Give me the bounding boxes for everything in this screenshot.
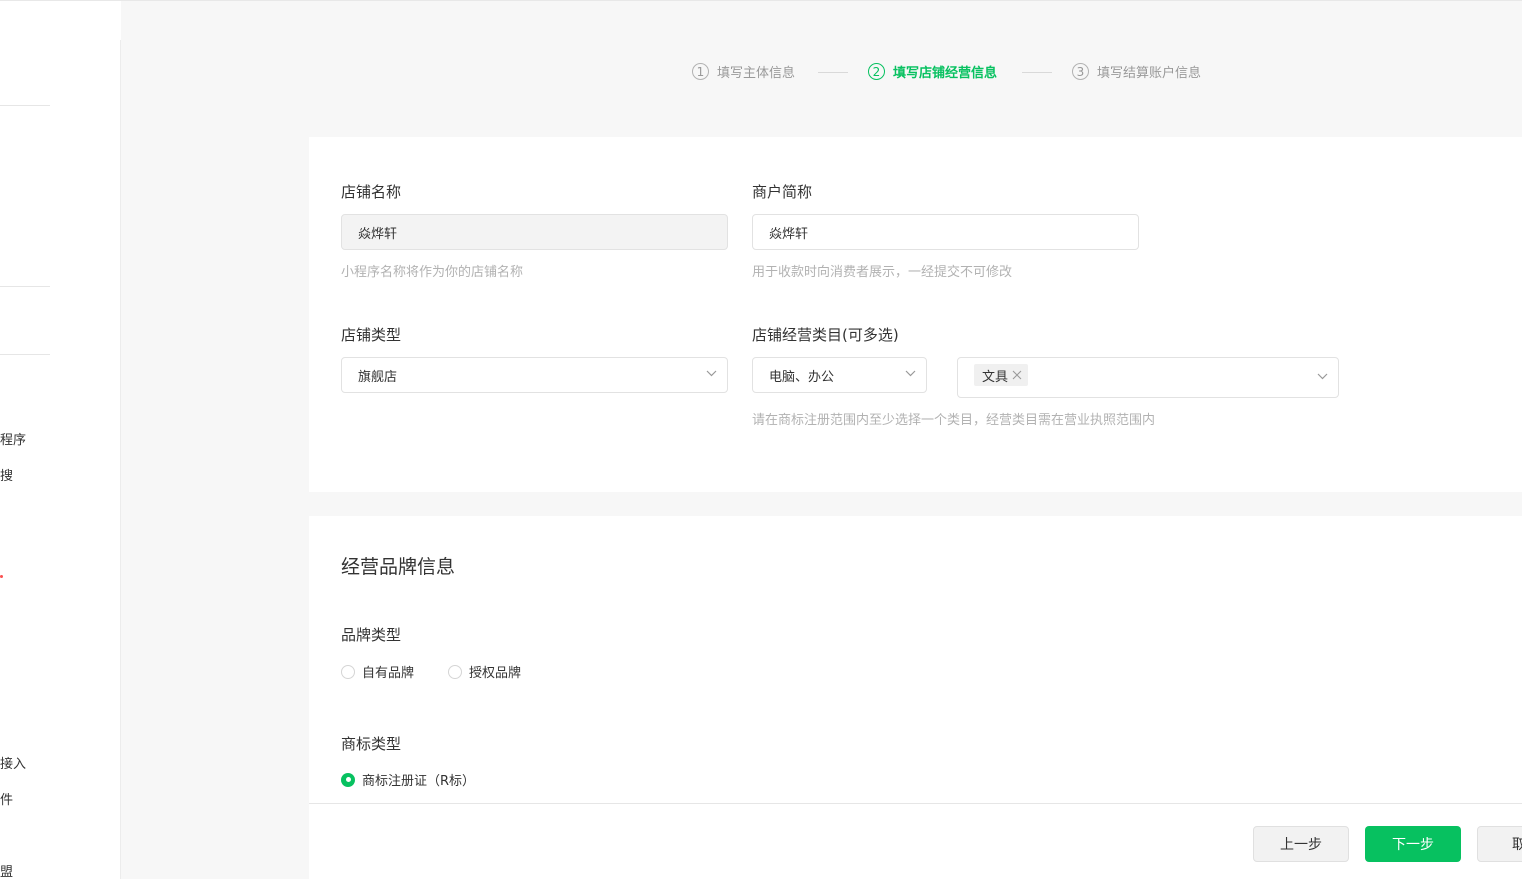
merchant-short-name-value: 焱烨轩 (769, 226, 809, 242)
merchant-short-name-hint: 用于收款时向消费者展示，一经提交不可修改 (752, 265, 1013, 280)
category-secondary-select[interactable]: 文具 (957, 357, 1339, 398)
brand-type-label: 品牌类型 (341, 626, 402, 644)
step-connector (1022, 72, 1052, 73)
brand-section-title: 经营品牌信息 (341, 556, 456, 578)
step-2: 2 填写店铺经营信息 (868, 62, 997, 81)
category-primary-value: 电脑、办公 (769, 369, 835, 385)
sidebar-item[interactable]: 件 (0, 789, 13, 808)
sidebar: 程序 搜 接入 件 盟 (0, 1, 120, 880)
radio-label: 自有品牌 (362, 666, 415, 681)
step-1: 1 填写主体信息 (692, 62, 795, 81)
footer-bar: 上一步 下一步 取 (309, 803, 1522, 879)
store-type-value: 旗舰店 (358, 369, 398, 385)
sidebar-item[interactable]: 盟 (0, 861, 13, 880)
radio-label: 商标注册证（R标） (362, 774, 476, 789)
sidebar-item[interactable]: 搜 (0, 465, 13, 484)
store-type-label: 店铺类型 (341, 326, 402, 344)
radio-own-brand[interactable]: 自有品牌 (341, 662, 414, 681)
brand-info-card (309, 516, 1522, 803)
store-name-value: 焱烨轩 (358, 226, 398, 242)
step-number: 1 (692, 63, 709, 80)
trademark-type-label: 商标类型 (341, 735, 402, 753)
category-hint: 请在商标注册范围内至少选择一个类目，经营类目需在营业执照范围内 (752, 413, 1156, 428)
merchant-short-name-input[interactable]: 焱烨轩 (752, 214, 1139, 250)
step-label: 填写店铺经营信息 (893, 66, 998, 81)
sidebar-item[interactable]: 接入 (0, 753, 26, 772)
store-type-select[interactable]: 旗舰店 (341, 357, 728, 393)
chevron-down-icon (706, 370, 717, 377)
radio-circle (341, 664, 355, 679)
merchant-short-name-label: 商户简称 (752, 183, 813, 201)
chevron-down-icon (905, 370, 916, 377)
step-indicator: 1 填写主体信息 2 填写店铺经营信息 3 填写结算账户信息 (0, 60, 1522, 84)
next-step-button[interactable]: 下一步 (1365, 826, 1461, 862)
store-info-card (309, 137, 1522, 492)
cancel-button[interactable]: 取 (1477, 826, 1522, 862)
step-number: 3 (1072, 63, 1089, 80)
sidebar-divider (0, 354, 50, 355)
radio-circle (448, 664, 462, 679)
category-tag: 文具 (974, 364, 1029, 386)
store-name-input: 焱烨轩 (341, 214, 728, 250)
step-number: 2 (868, 63, 885, 80)
radio-licensed-brand[interactable]: 授权品牌 (448, 662, 521, 681)
sidebar-divider (0, 286, 50, 287)
radio-label: 授权品牌 (469, 666, 522, 681)
sidebar-divider (0, 105, 50, 106)
step-label: 填写主体信息 (717, 66, 796, 81)
category-tag-label: 文具 (982, 369, 1009, 385)
radio-trademark-registration[interactable]: 商标注册证（R标） (341, 770, 475, 789)
step-3: 3 填写结算账户信息 (1072, 62, 1201, 81)
step-label: 填写结算账户信息 (1097, 66, 1202, 81)
store-name-hint: 小程序名称将作为你的店铺名称 (341, 265, 524, 280)
step-connector (818, 72, 848, 73)
close-icon[interactable] (1012, 370, 1022, 380)
chevron-down-icon (1317, 373, 1328, 379)
store-name-label: 店铺名称 (341, 183, 402, 201)
category-primary-select[interactable]: 电脑、办公 (752, 357, 927, 393)
prev-step-button[interactable]: 上一步 (1253, 826, 1349, 862)
category-label: 店铺经营类目(可多选) (752, 326, 899, 344)
notification-dot (0, 575, 3, 578)
sidebar-item[interactable]: 程序 (0, 429, 26, 448)
radio-circle-checked (341, 772, 355, 787)
